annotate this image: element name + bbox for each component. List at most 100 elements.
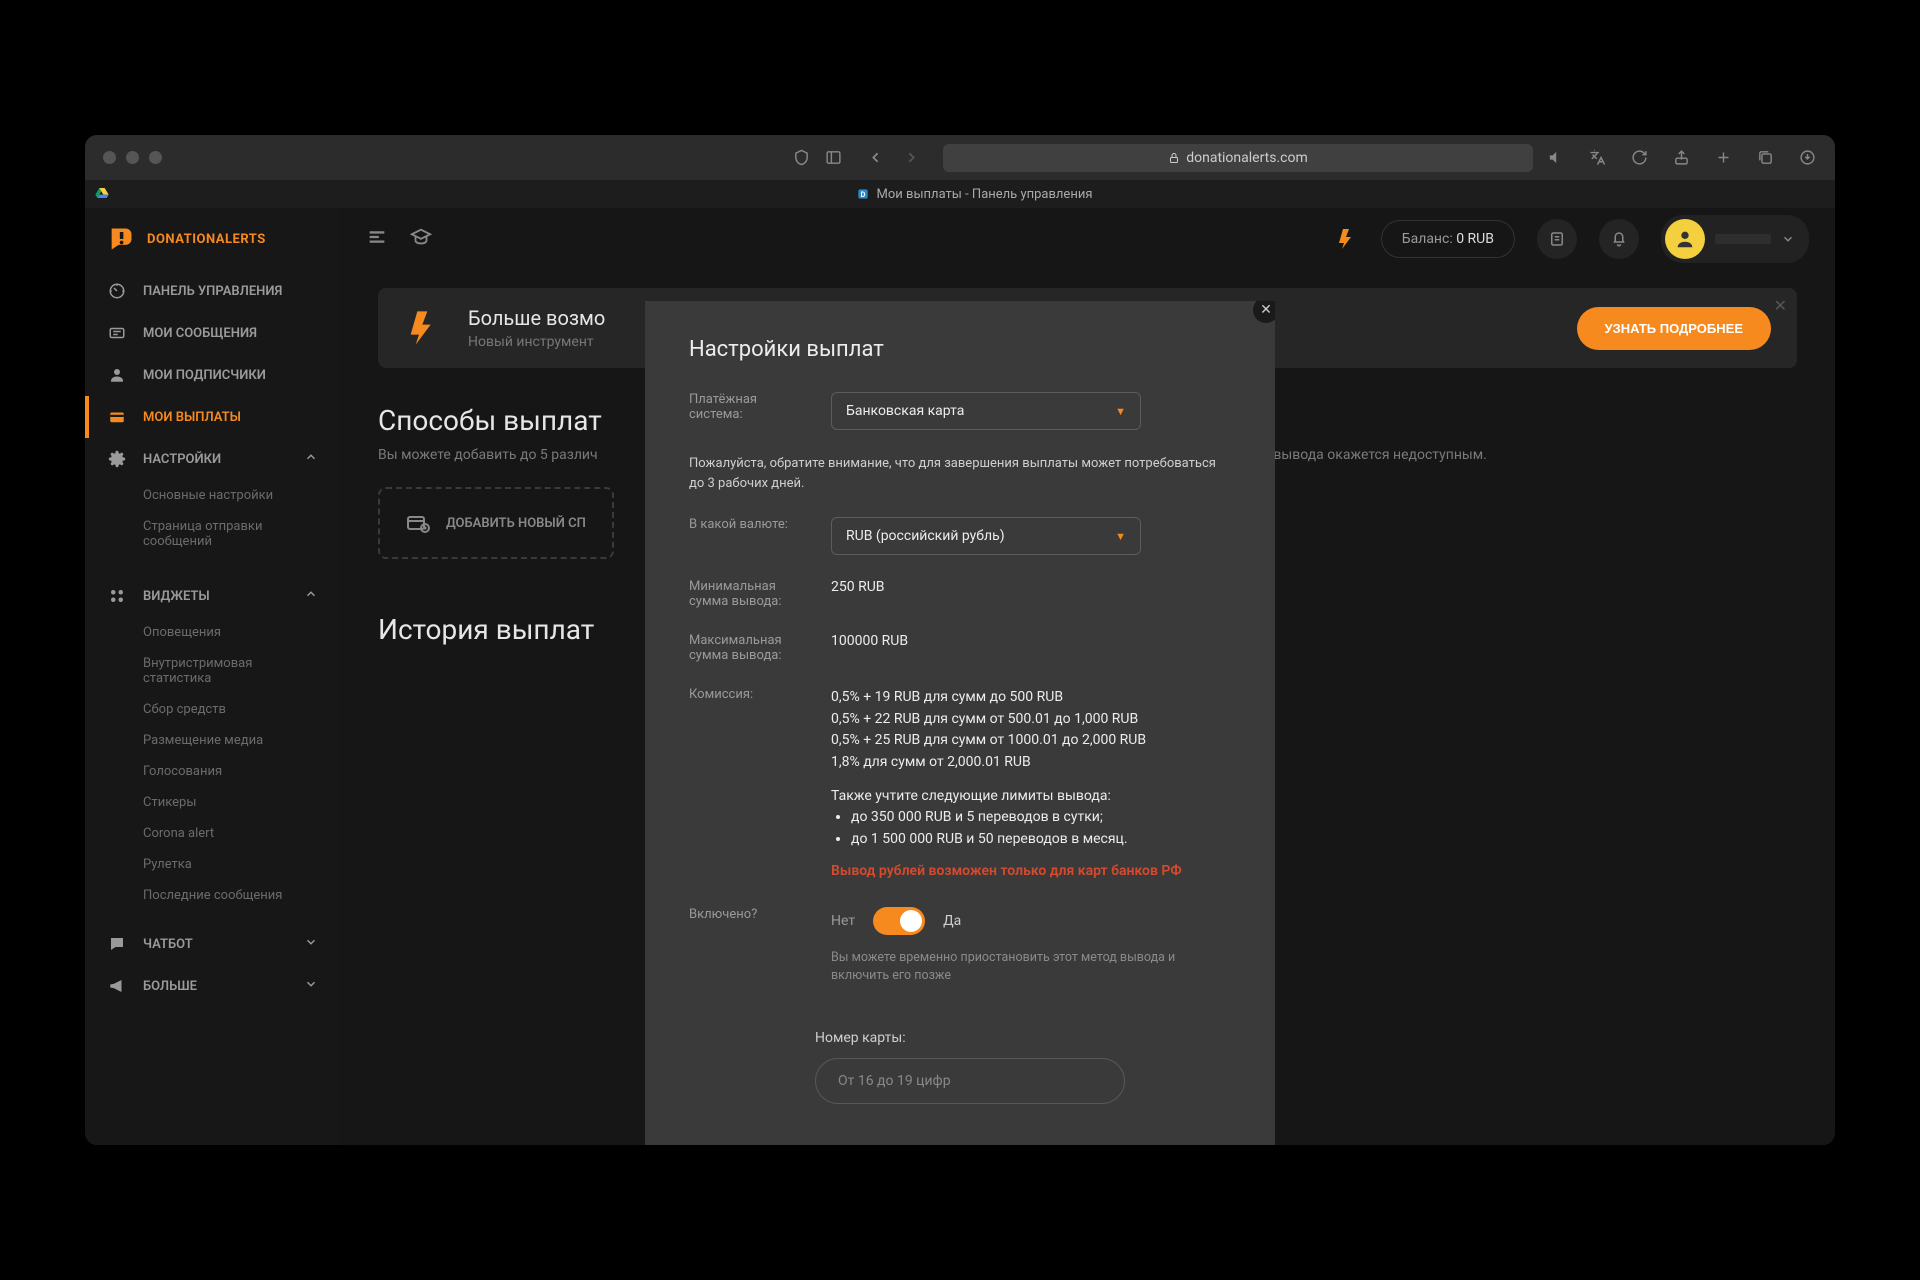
brand[interactable]: DONATIONALERTS bbox=[85, 208, 340, 270]
min-amount-label: Минимальная сумма вывода: bbox=[689, 579, 811, 609]
processing-note: Пожалуйста, обратите внимание, что для з… bbox=[689, 454, 1231, 493]
currency-label: В какой валюте: bbox=[689, 517, 811, 532]
nav-settings-page[interactable]: Страница отправки сообщений bbox=[85, 511, 340, 557]
nav-settings[interactable]: НАСТРОЙКИ bbox=[85, 438, 340, 480]
card-plus-icon bbox=[406, 511, 430, 535]
payouts-icon bbox=[107, 407, 127, 427]
modal-title: Настройки выплат bbox=[689, 337, 1231, 362]
card-number-input[interactable]: От 16 до 19 цифр bbox=[815, 1058, 1125, 1104]
card-number-label: Номер карты: bbox=[815, 1030, 1231, 1046]
new-tab-icon[interactable] bbox=[1713, 148, 1733, 168]
widgets-icon bbox=[107, 586, 127, 606]
brand-text: DONATIONALERTS bbox=[147, 232, 266, 247]
payout-settings-modal: ✕ Настройки выплат Платёжная система: Ба… bbox=[645, 301, 1275, 1145]
nav-widget-stats[interactable]: Внутристримовая статистика bbox=[85, 648, 340, 694]
subscribers-icon bbox=[107, 365, 127, 385]
url-text: donationalerts.com bbox=[1186, 150, 1308, 166]
close-window-button[interactable] bbox=[103, 151, 116, 164]
menu-toggle-icon[interactable] bbox=[366, 226, 388, 252]
browser-title-bar: donationalerts.com bbox=[85, 135, 1835, 180]
sidebar: DONATIONALERTS ПАНЕЛЬ УПРАВЛЕНИЯ МОИ СОО… bbox=[85, 208, 340, 1145]
education-icon[interactable] bbox=[410, 226, 432, 252]
minimize-window-button[interactable] bbox=[126, 151, 139, 164]
dashboard-icon bbox=[107, 281, 127, 301]
maximize-window-button[interactable] bbox=[149, 151, 162, 164]
reload-icon[interactable] bbox=[1629, 148, 1649, 168]
nav-subscribers[interactable]: МОИ ПОДПИСЧИКИ bbox=[85, 354, 340, 396]
add-payout-method-button[interactable]: ДОБАВИТЬ НОВЫЙ СП bbox=[378, 487, 614, 559]
brand-logo-icon bbox=[107, 225, 135, 253]
chatbot-icon bbox=[107, 934, 127, 954]
caret-down-icon: ▼ bbox=[1115, 405, 1126, 418]
nav-settings-basic[interactable]: Основные настройки bbox=[85, 480, 340, 511]
back-button[interactable] bbox=[865, 148, 885, 168]
share-icon[interactable] bbox=[1671, 148, 1691, 168]
toggle-yes-label: Да bbox=[943, 913, 961, 929]
svg-text:D: D bbox=[860, 190, 865, 199]
google-drive-tab-icon[interactable] bbox=[91, 183, 113, 205]
translate-icon[interactable] bbox=[1587, 148, 1607, 168]
nav-widget-alerts[interactable]: Оповещения bbox=[85, 617, 340, 648]
nav-more[interactable]: БОЛЬШЕ bbox=[85, 965, 340, 1007]
chevron-down-icon bbox=[304, 977, 318, 995]
chevron-up-icon bbox=[304, 450, 318, 468]
download-icon[interactable] bbox=[1797, 148, 1817, 168]
shield-icon[interactable] bbox=[791, 148, 811, 168]
max-amount-label: Максимальная сумма вывода: bbox=[689, 633, 811, 663]
tabs-icon[interactable] bbox=[1755, 148, 1775, 168]
nav-widget-polls[interactable]: Голосования bbox=[85, 756, 340, 787]
enabled-helper: Вы можете временно приостановить этот ме… bbox=[831, 949, 1231, 987]
balance-pill[interactable]: Баланс: 0 RUB bbox=[1381, 220, 1515, 258]
warning-text: Вывод рублей возможен только для карт ба… bbox=[831, 861, 1231, 883]
nav-widget-recent[interactable]: Последние сообщения bbox=[85, 880, 340, 911]
caret-down-icon: ▼ bbox=[1115, 530, 1126, 543]
browser-tab-strip: D Мои выплаты - Панель управления bbox=[85, 180, 1835, 208]
sidebar-toggle-icon[interactable] bbox=[823, 148, 843, 168]
url-bar[interactable]: donationalerts.com bbox=[943, 144, 1533, 172]
max-amount-value: 100000 RUB bbox=[831, 633, 1231, 649]
settings-icon bbox=[107, 449, 127, 469]
banner-subtitle: Новый инструмент bbox=[468, 334, 605, 350]
chevron-up-icon bbox=[304, 587, 318, 605]
boosty-large-icon bbox=[404, 308, 444, 348]
site-favicon: D bbox=[856, 187, 870, 201]
nav-chatbot[interactable]: ЧАТБОТ bbox=[85, 923, 340, 965]
enabled-toggle[interactable] bbox=[873, 907, 925, 935]
nav-widget-stickers[interactable]: Стикеры bbox=[85, 787, 340, 818]
chevron-down-icon bbox=[304, 935, 318, 953]
avatar bbox=[1665, 219, 1705, 259]
toggle-no-label: Нет bbox=[831, 913, 855, 929]
payment-system-label: Платёжная система: bbox=[689, 392, 811, 422]
browser-tab-title[interactable]: D Мои выплаты - Панель управления bbox=[113, 187, 1835, 202]
nav-widget-media[interactable]: Размещение медиа bbox=[85, 725, 340, 756]
banner-cta-button[interactable]: УЗНАТЬ ПОДРОБНЕЕ bbox=[1577, 307, 1772, 350]
boosty-icon[interactable] bbox=[1335, 227, 1359, 251]
modal-close-button[interactable]: ✕ bbox=[1253, 301, 1275, 323]
nav-dashboard[interactable]: ПАНЕЛЬ УПРАВЛЕНИЯ bbox=[85, 270, 340, 312]
payment-system-select[interactable]: Банковская карта ▼ bbox=[831, 392, 1141, 430]
megaphone-icon bbox=[107, 976, 127, 996]
chevron-down-icon bbox=[1781, 232, 1795, 246]
nav-widget-fundraising[interactable]: Сбор средств bbox=[85, 694, 340, 725]
banner-title: Больше возмо bbox=[468, 306, 605, 330]
fee-details: 0,5% + 19 RUB для сумм до 500 RUB 0,5% +… bbox=[831, 687, 1231, 883]
messages-icon bbox=[107, 323, 127, 343]
nav-widgets[interactable]: ВИДЖЕТЫ bbox=[85, 575, 340, 617]
user-menu[interactable] bbox=[1661, 215, 1809, 263]
traffic-lights bbox=[103, 151, 162, 164]
currency-select[interactable]: RUB (российский рубль) ▼ bbox=[831, 517, 1141, 555]
fee-label: Комиссия: bbox=[689, 687, 811, 702]
nav-widget-roulette[interactable]: Рулетка bbox=[85, 849, 340, 880]
nav-widget-corona[interactable]: Corona alert bbox=[85, 818, 340, 849]
sound-icon[interactable] bbox=[1545, 148, 1565, 168]
nav-payouts[interactable]: МОИ ВЫПЛАТЫ bbox=[85, 396, 340, 438]
news-button[interactable] bbox=[1537, 219, 1577, 259]
browser-window: donationalerts.com D Мои выплаты - Панел… bbox=[85, 135, 1835, 1145]
min-amount-value: 250 RUB bbox=[831, 579, 1231, 595]
app-topbar: Баланс: 0 RUB bbox=[340, 208, 1835, 270]
enabled-label: Включено? bbox=[689, 907, 811, 922]
forward-button[interactable] bbox=[901, 148, 921, 168]
nav-messages[interactable]: МОИ СООБЩЕНИЯ bbox=[85, 312, 340, 354]
notifications-button[interactable] bbox=[1599, 219, 1639, 259]
banner-close-button[interactable]: ✕ bbox=[1774, 296, 1787, 315]
